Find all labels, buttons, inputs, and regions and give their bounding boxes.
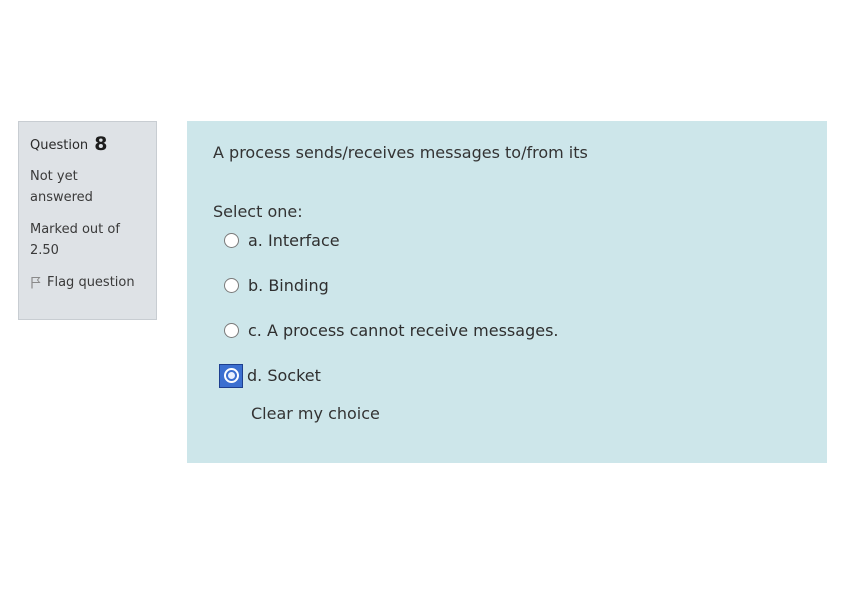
radio-button-c[interactable] [224,323,239,338]
answer-label-d: d. Socket [247,366,321,385]
question-number-heading: Question 8 [30,134,145,156]
answer-list: a. Interface b. Binding c. A process can… [213,218,801,398]
question-state: Not yet answered [30,166,145,208]
answer-label-c: c. A process cannot receive messages. [248,321,559,340]
quiz-page: Question 8 Not yet answered Marked out o… [0,0,848,599]
flag-question-label: Flag question [47,275,135,290]
flag-icon [31,277,41,289]
question-text: A process sends/receives messages to/fro… [213,143,588,162]
answer-option-d[interactable]: d. Socket [213,353,801,398]
question-info-panel: Question 8 Not yet answered Marked out o… [18,121,157,320]
clear-choice-link[interactable]: Clear my choice [251,404,380,423]
answer-option-b[interactable]: b. Binding [213,263,801,308]
radio-button-d-selected[interactable] [219,363,243,388]
answer-label-a: a. Interface [248,231,340,250]
flag-question-link[interactable]: Flag question [30,275,145,290]
question-grade-line2: 2.50 [30,243,59,258]
radio-button-a[interactable] [224,233,239,248]
question-state-line1: Not yet [30,169,78,184]
selected-radio-icon [223,368,239,383]
question-content-panel: A process sends/receives messages to/fro… [187,121,827,463]
answer-option-c[interactable]: c. A process cannot receive messages. [213,308,801,353]
answer-label-b: b. Binding [248,276,329,295]
radio-button-b[interactable] [224,278,239,293]
question-grade-line1: Marked out of [30,222,120,237]
question-number: 8 [94,133,108,155]
question-label: Question [30,138,89,153]
answer-option-a[interactable]: a. Interface [213,218,801,263]
question-state-line2: answered [30,190,93,205]
question-grade: Marked out of 2.50 [30,219,145,261]
